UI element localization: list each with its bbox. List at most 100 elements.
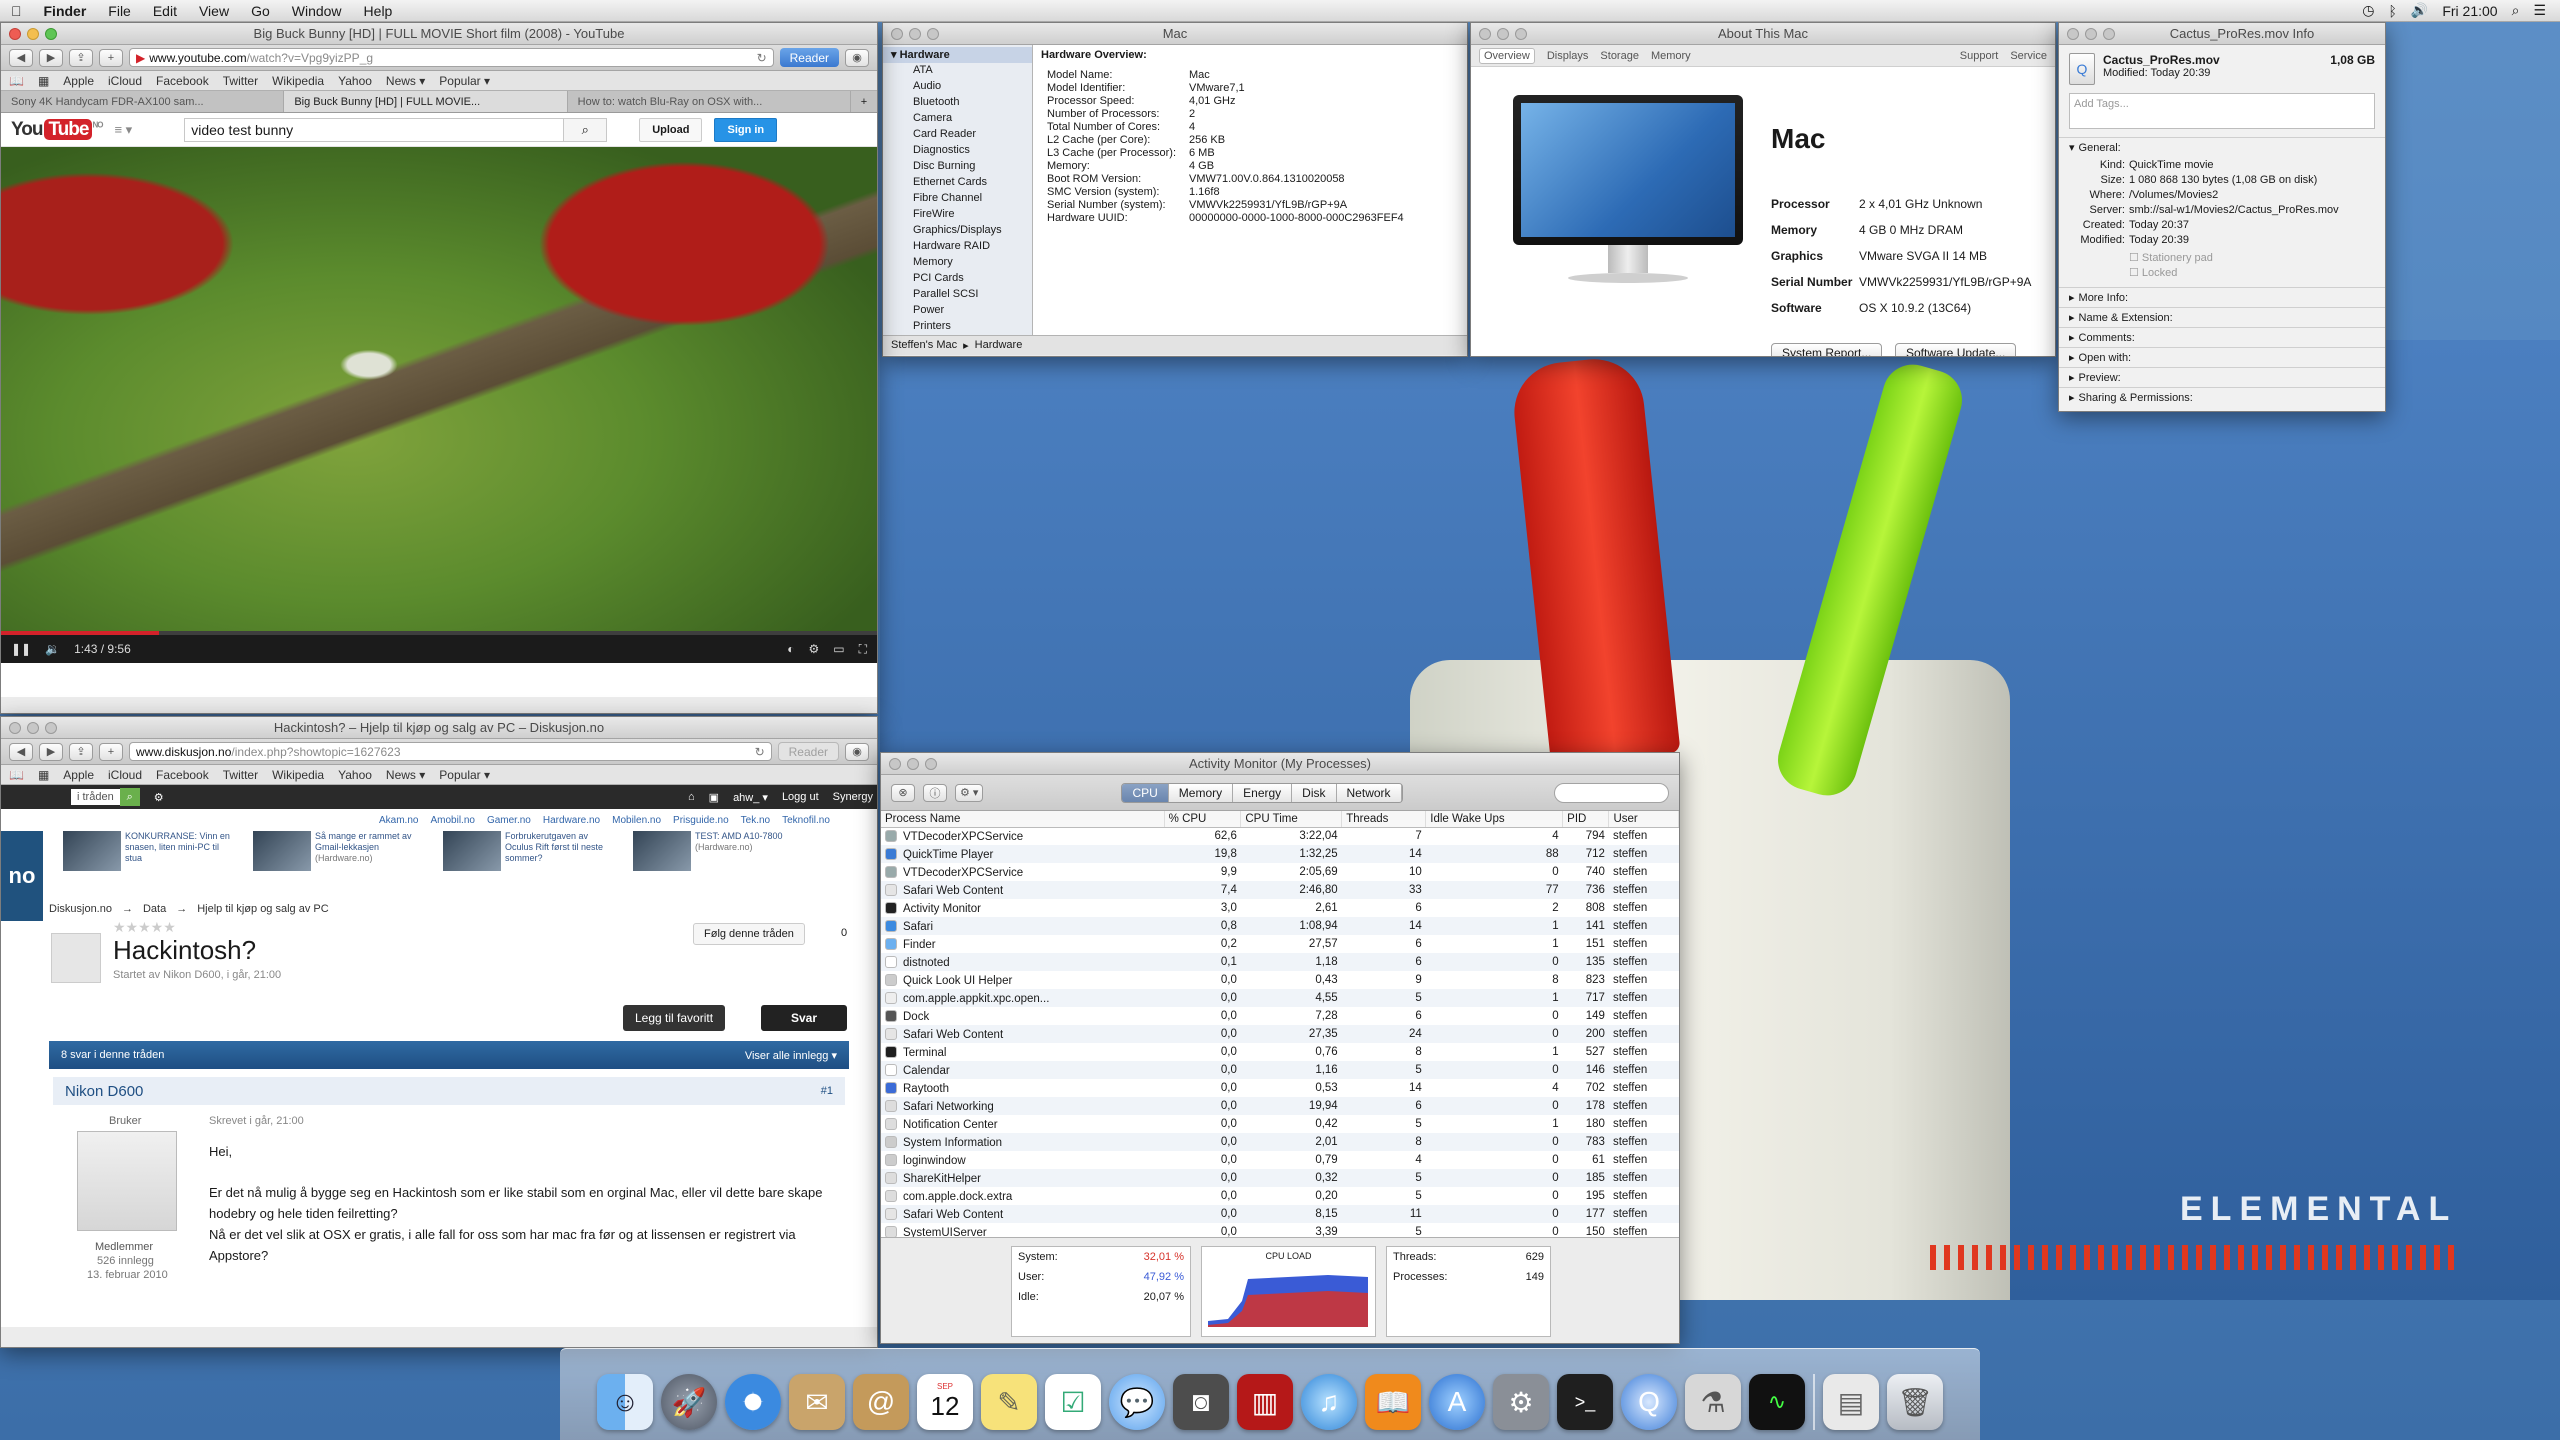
tab-disk[interactable]: Disk — [1292, 783, 1337, 802]
tab-energy[interactable]: Energy — [1233, 783, 1293, 802]
path-hardware[interactable]: Hardware — [975, 339, 1023, 352]
quicktime-icon[interactable]: Q — [1621, 1374, 1677, 1430]
follow-thread-button[interactable]: Følg denne tråden — [693, 923, 805, 945]
process-row[interactable]: Safari Networking 0,0 19,94 6 0 178 steffen — [881, 1097, 1679, 1115]
bluetooth-icon[interactable]: ᛒ — [2389, 3, 2397, 19]
menu-help[interactable]: Help — [353, 3, 404, 19]
window-controls[interactable] — [891, 28, 939, 40]
upload-button[interactable]: Upload — [639, 117, 703, 142]
close-button[interactable] — [2067, 28, 2079, 40]
close-button[interactable] — [9, 28, 21, 40]
search-icon[interactable]: ⌕ — [119, 788, 140, 806]
apple-menu-icon[interactable]:  — [0, 3, 33, 19]
video-player[interactable] — [1, 147, 877, 631]
show-all-posts[interactable]: Viser alle innlegg ▾ — [745, 1049, 837, 1062]
info-titlebar[interactable]: Cactus_ProRes.mov Info — [2059, 23, 2385, 45]
process-row[interactable]: Terminal 0,0 0,76 8 1 527 steffen — [881, 1043, 1679, 1061]
finder-icon[interactable]: ☺ — [597, 1374, 653, 1430]
bookmark-twitter[interactable]: Twitter — [223, 74, 258, 88]
process-row[interactable]: Safari Web Content 7,4 2:46,80 33 77 736 steff… — [881, 881, 1679, 899]
network-site-link[interactable]: Akam.no — [379, 815, 418, 826]
youtube-search-input[interactable]: video test bunny — [184, 117, 565, 142]
reply-button[interactable]: Svar — [761, 1005, 847, 1031]
youtube-titlebar[interactable]: Big Buck Bunny [HD] | FULL MOVIE Short f… — [1, 23, 877, 45]
tab-service[interactable]: Service — [2010, 50, 2055, 62]
tab-displays[interactable]: Displays — [1547, 50, 1589, 62]
column-header[interactable]: PID — [1562, 811, 1610, 828]
user-menu[interactable]: ahw_ ▾ — [733, 791, 768, 804]
youtube-logo[interactable]: You Tube NO — [11, 118, 103, 141]
column-header[interactable]: User — [1608, 811, 1679, 828]
reader-button[interactable]: Reader — [779, 48, 839, 67]
network-site-link[interactable]: Mobilen.no — [612, 815, 661, 826]
notification-center-icon[interactable]: ☰ — [2533, 2, 2546, 19]
activity-monitor-icon[interactable]: ∿ — [1749, 1374, 1805, 1430]
process-row[interactable]: loginwindow 0,0 0,79 4 0 61 steffen — [881, 1151, 1679, 1169]
sidebar-item[interactable]: Fibre Channel — [883, 191, 1032, 207]
app-store-icon[interactable]: A — [1429, 1374, 1485, 1430]
info-section[interactable]: ▸ Open with: — [2059, 347, 2385, 367]
stationery-checkbox[interactable]: ☐ Stationery pad — [2059, 251, 2385, 266]
logout-link[interactable]: Logg ut — [782, 791, 819, 803]
process-row[interactable]: Safari Web Content 0,0 8,15 11 0 177 steffen — [881, 1205, 1679, 1223]
sidebar-item[interactable]: Audio — [883, 79, 1032, 95]
tab-bluray[interactable]: How to: watch Blu-Ray on OSX with... — [568, 91, 851, 112]
sidebar-item[interactable]: FireWire — [883, 207, 1032, 223]
minimize-button[interactable] — [1497, 28, 1509, 40]
reminders-icon[interactable]: ☑ — [1045, 1374, 1101, 1430]
breadcrumb-link[interactable]: Data — [143, 903, 166, 915]
network-site-link[interactable]: Hardware.no — [543, 815, 600, 826]
process-row[interactable]: distnoted 0,1 1,18 6 0 135 steffen — [881, 953, 1679, 971]
menu-edit[interactable]: Edit — [142, 3, 188, 19]
mail-stamp-icon[interactable]: ✉ — [789, 1374, 845, 1430]
bookmark-apple[interactable]: Apple — [63, 74, 94, 88]
forward-button[interactable]: ▶ — [39, 742, 63, 761]
section-general[interactable]: ▾ General: — [2059, 137, 2385, 157]
settings-gear-icon[interactable]: ⚙ — [154, 791, 164, 804]
locked-checkbox[interactable]: ☐ Locked — [2059, 266, 2385, 281]
downloads-icon[interactable]: ◉ — [845, 48, 869, 67]
new-tab-icon[interactable]: + — [99, 742, 123, 761]
sidebar-item[interactable]: Diagnostics — [883, 143, 1032, 159]
system-report-button[interactable]: System Report... — [1771, 343, 1883, 356]
reader-button[interactable]: Reader — [777, 742, 839, 761]
sidebar-item[interactable]: Bluetooth — [883, 95, 1032, 111]
about-titlebar[interactable]: About This Mac — [1471, 23, 2055, 45]
info-section[interactable]: ▸ More Info: — [2059, 287, 2385, 307]
tags-field[interactable]: Add Tags... — [2069, 93, 2375, 129]
settings-gear-icon[interactable]: ⚙ — [808, 642, 819, 656]
tab-overview[interactable]: Overview — [1479, 47, 1535, 64]
reload-icon[interactable]: ↻ — [755, 745, 765, 759]
network-site-link[interactable]: Tek.no — [741, 815, 770, 826]
page-scroll-area[interactable] — [1, 663, 877, 697]
forward-button[interactable]: ▶ — [39, 48, 63, 67]
zoom-button[interactable] — [2103, 28, 2115, 40]
forum-search-input[interactable]: i tråden — [71, 789, 120, 805]
am-titlebar[interactable]: Activity Monitor (My Processes) — [881, 753, 1679, 775]
tab-sony[interactable]: Sony 4K Handycam FDR-AX100 sam... — [1, 91, 285, 112]
sidebar-item[interactable]: Disc Burning — [883, 159, 1032, 175]
action-gear-icon[interactable]: ⚙ ▾ — [955, 783, 984, 802]
column-header[interactable]: Process Name — [881, 811, 1165, 828]
bookmark-facebook[interactable]: Facebook — [156, 768, 209, 782]
bookmark-popular[interactable]: Popular ▾ — [439, 768, 490, 782]
sysinfo-titlebar[interactable]: Mac — [883, 23, 1467, 45]
bookmark-yahoo[interactable]: Yahoo — [338, 74, 372, 88]
trash-icon[interactable]: 🗑 — [1887, 1374, 1943, 1430]
minimize-button[interactable] — [27, 722, 39, 734]
process-row[interactable]: VTDecoderXPCService 9,9 2:05,69 10 0 740 steff… — [881, 863, 1679, 881]
promo-item[interactable]: TEST: AMD A10-7800 (Hardware.no) — [633, 831, 803, 871]
menu-window[interactable]: Window — [281, 3, 353, 19]
zoom-button[interactable] — [45, 722, 57, 734]
promo-item[interactable]: KONKURRANSE: Vinn en snasen, liten mini-… — [63, 831, 233, 871]
window-controls[interactable] — [9, 28, 57, 40]
column-header[interactable]: % CPU — [1164, 811, 1242, 828]
process-row[interactable]: Dock 0,0 7,28 6 0 149 steffen — [881, 1007, 1679, 1025]
column-header[interactable]: CPU Time — [1240, 811, 1343, 828]
tab-network[interactable]: Network — [1336, 783, 1402, 802]
process-row[interactable]: com.apple.dock.extra 0,0 0,20 5 0 195 steffen — [881, 1187, 1679, 1205]
facetime-icon[interactable]: ◙ — [1173, 1374, 1229, 1430]
share-icon[interactable]: ⇪ — [69, 742, 93, 761]
sidebar-item[interactable]: Parallel SCSI — [883, 287, 1032, 303]
sidebar-item[interactable]: ATA — [883, 63, 1032, 79]
